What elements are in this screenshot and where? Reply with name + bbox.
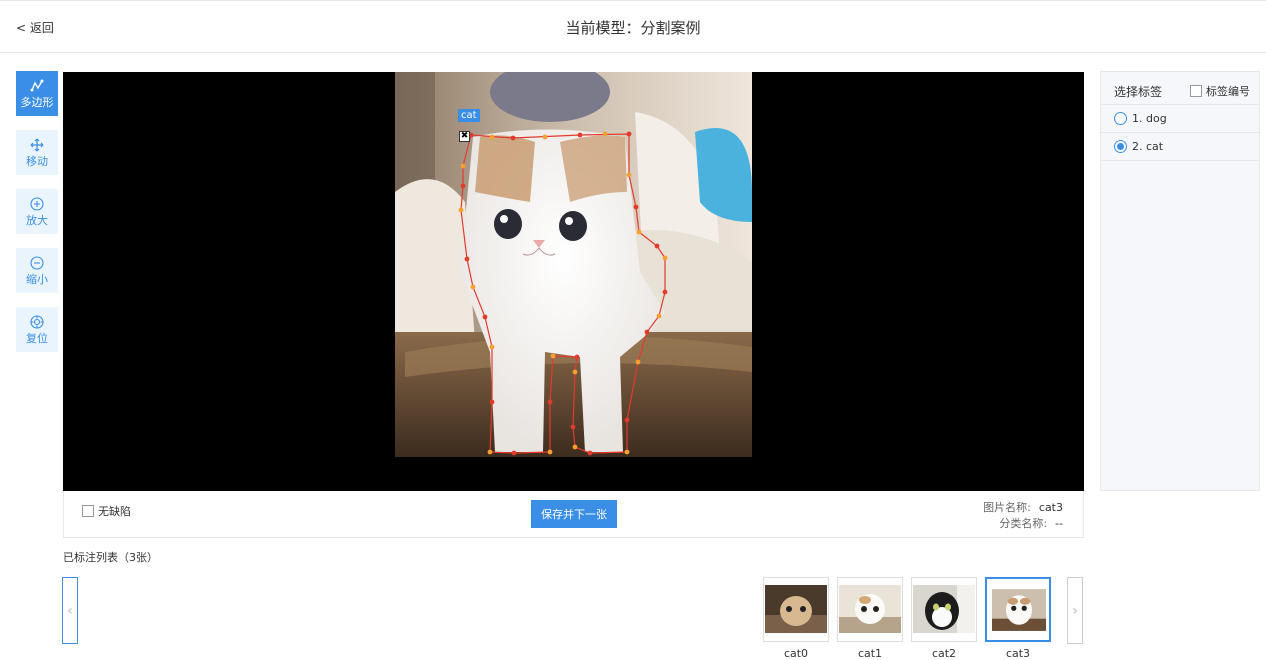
thumbnail-caption: cat3 (1005, 647, 1031, 660)
thumbnail-image (765, 585, 827, 633)
label-option-text: 2. cat (1132, 140, 1164, 153)
reset-button[interactable]: 复位 (16, 307, 58, 352)
save-and-next-button[interactable]: 保存并下一张 (531, 500, 617, 528)
move-icon (30, 138, 44, 151)
zoom-in-button[interactable]: 放大 (16, 189, 58, 234)
segmentation-polygon[interactable] (395, 72, 752, 457)
class-name-value: -- (1055, 517, 1063, 530)
thumbnail-cat3[interactable] (985, 577, 1051, 642)
label-panel-header: 选择标签 标签编号 (1101, 72, 1259, 105)
label-number-checkbox[interactable]: 标签编号 (1190, 83, 1250, 99)
move-tool-button[interactable]: 移动 (16, 130, 58, 175)
label-selector-panel: 选择标签 标签编号 1. dog 2. cat (1100, 71, 1260, 491)
radio-cat[interactable] (1114, 140, 1127, 153)
thumbnail-image (913, 585, 975, 633)
reset-label: 复位 (26, 331, 48, 345)
label-option-text: 1. dog (1132, 112, 1167, 125)
checkbox-box[interactable] (82, 505, 94, 517)
move-tool-label: 移动 (26, 154, 48, 168)
polygon-tool-button[interactable]: 多边形 (16, 71, 58, 116)
polygon-outline (460, 133, 666, 454)
thumbnail-cat2[interactable] (911, 577, 977, 642)
thumbnail-cat0[interactable] (763, 577, 829, 642)
zoom-out-button[interactable]: 缩小 (16, 248, 58, 293)
label-option-cat[interactable]: 2. cat (1101, 133, 1259, 161)
annotated-list-title: 已标注列表（3张） (63, 551, 158, 564)
thumbnail-caption: cat1 (857, 647, 883, 660)
canvas-footer: 无缺陷 保存并下一张 图片名称: cat3 分类名称: -- (63, 491, 1084, 538)
delete-annotation-icon[interactable]: ✖ (459, 131, 470, 142)
next-page-button[interactable]: › (1067, 577, 1083, 644)
annotation-canvas[interactable]: cat ✖ (63, 72, 1084, 491)
radio-dog[interactable] (1114, 112, 1127, 125)
polygon-icon (30, 79, 44, 91)
label-number-text: 标签编号 (1206, 85, 1250, 98)
page-title: 当前模型：分割案例 (565, 19, 701, 37)
prev-page-button[interactable]: ‹ (62, 577, 78, 644)
thumbnail-caption: cat2 (931, 647, 957, 660)
no-defect-label: 无缺陷 (98, 505, 131, 518)
zoom-out-label: 缩小 (26, 272, 48, 286)
thumbnail-caption: cat0 (783, 647, 809, 660)
zoom-in-icon (30, 196, 44, 211)
zoom-out-icon (30, 255, 44, 270)
image-name-label: 图片名称: (983, 501, 1031, 514)
tool-palette: 多边形 移动 放大 缩小 复位 (16, 71, 58, 366)
polygon-vertices-orange (458, 131, 668, 455)
label-option-dog[interactable]: 1. dog (1101, 105, 1259, 133)
checkbox-box[interactable] (1190, 85, 1202, 97)
top-header: < 返回 当前模型：分割案例 (0, 0, 1266, 53)
thumbnail-cat1[interactable] (837, 577, 903, 642)
no-defect-checkbox[interactable]: 无缺陷 (82, 503, 131, 519)
annotation-label-tag: cat (458, 109, 480, 122)
label-panel-title: 选择标签 (1114, 85, 1163, 99)
class-name-label: 分类名称: (999, 517, 1048, 530)
image-info: 图片名称: cat3 分类名称: -- (983, 500, 1063, 532)
image-name-value: cat3 (1038, 501, 1063, 514)
reset-icon (30, 314, 44, 329)
zoom-in-label: 放大 (26, 213, 48, 227)
polygon-tool-label: 多边形 (20, 95, 54, 109)
thumbnail-image (839, 585, 901, 633)
thumbnail-image (992, 589, 1046, 631)
